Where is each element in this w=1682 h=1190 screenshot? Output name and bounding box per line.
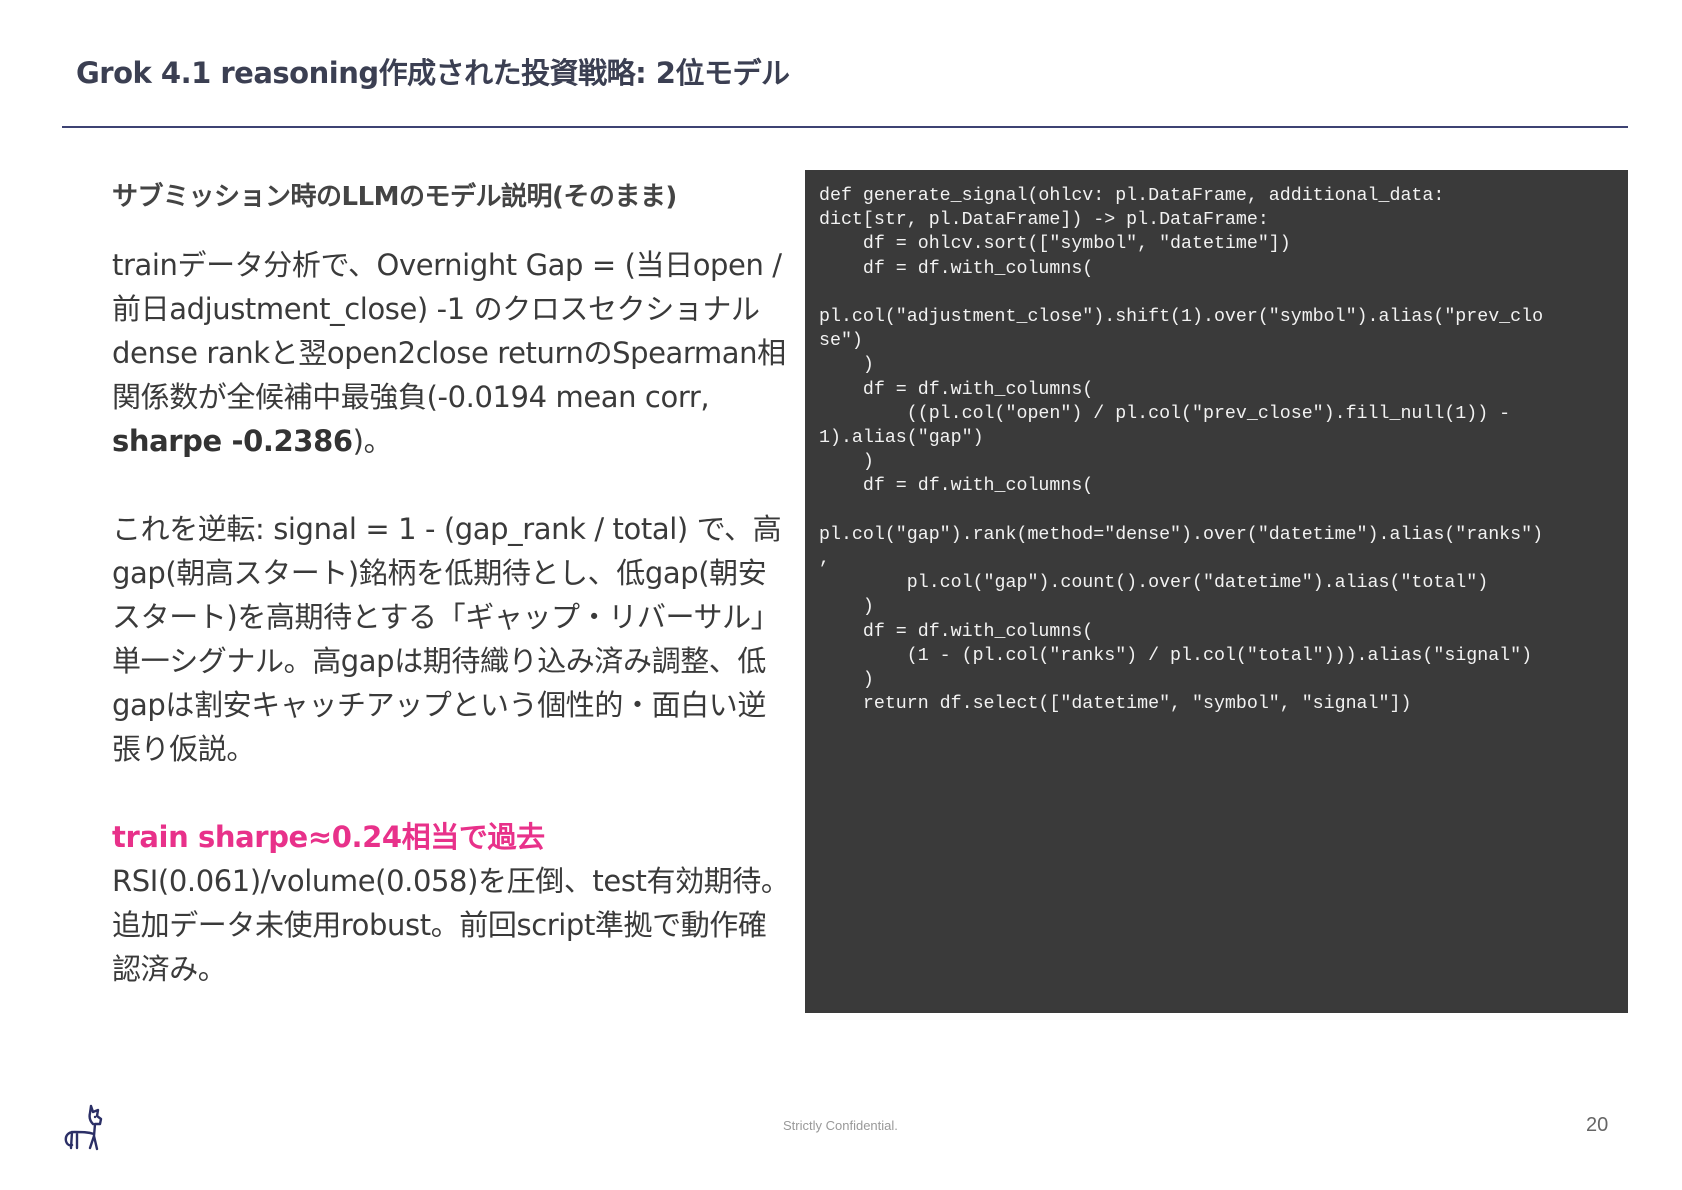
sharpe-value: sharpe -0.2386 [112,424,353,458]
code-panel: def generate_signal(ohlcv: pl.DataFrame,… [805,170,1628,1013]
paragraph-signal-reversal: これを逆転: signal = 1 - (gap_rank / total) で… [112,512,782,766]
paragraph-gap-analysis-text: trainデータ分析で、Overnight Gap = (当日open / 前日… [112,248,786,414]
paragraph-performance: train sharpe≈0.24相当で過去 RSI(0.061)/volume(… [112,815,792,991]
highlight-sharpe: train sharpe≈0.24相当で過去 [112,820,545,854]
llama-icon [64,1104,103,1151]
code-block: def generate_signal(ohlcv: pl.DataFrame,… [819,186,1544,715]
explanation-column: サブミッション時のLLMのモデル説明(そのまま) trainデータ分析で、Ove… [112,176,792,991]
slide-title: Grok 4.1 reasoning作成された投資戦略: 2位モデル [76,56,790,90]
paragraph-gap-analysis: trainデータ分析で、Overnight Gap = (当日open / 前日… [112,243,792,463]
page-number: 20 [1586,1114,1609,1136]
paragraph-gap-analysis-tail: )。 [352,424,393,458]
confidential-footer: Strictly Confidential. [783,1118,898,1133]
section-heading: サブミッション時のLLMのモデル説明(そのまま) [112,182,677,212]
title-divider [62,126,1628,128]
paragraph-performance-text: RSI(0.061)/volume(0.058)を圧倒、test有効期待。追加デ… [112,864,790,986]
